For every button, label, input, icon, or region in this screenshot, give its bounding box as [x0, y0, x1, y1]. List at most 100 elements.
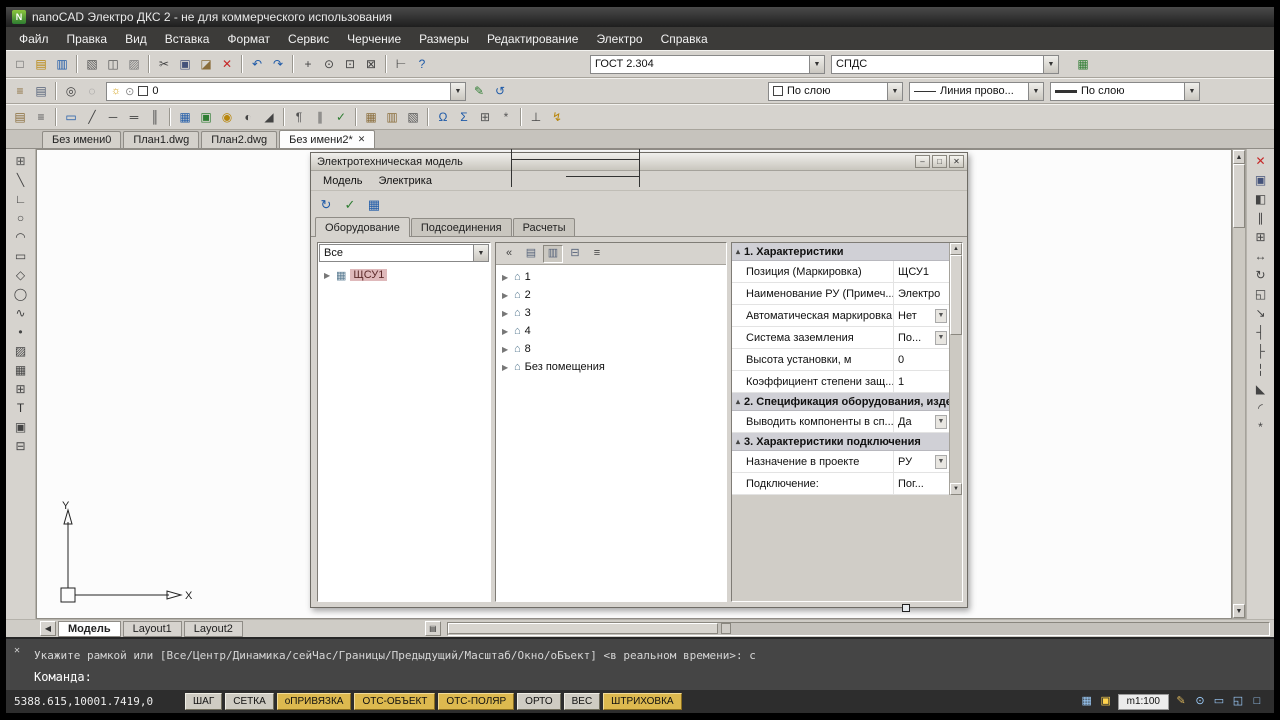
viewports-icon[interactable]: ▭	[1210, 694, 1228, 710]
menu-service[interactable]: Сервис	[279, 29, 338, 49]
property-row[interactable]: Система заземления По... ▼	[732, 327, 949, 349]
tab-calculations[interactable]: Расчеты	[512, 218, 576, 236]
property-value[interactable]: По...	[898, 332, 921, 344]
close-tab-icon[interactable]: ✕	[358, 134, 366, 145]
switchboard-icon[interactable]: ▦	[175, 108, 195, 126]
calc-currents-icon[interactable]: Σ	[454, 108, 474, 126]
expander-icon[interactable]: ▶	[502, 345, 510, 354]
tree-item[interactable]: ▶ ⌂ Без помещения	[496, 358, 726, 376]
property-value[interactable]: 1	[898, 376, 904, 388]
menu-electro[interactable]: Электро	[587, 29, 651, 49]
help-icon[interactable]: ?	[412, 55, 432, 73]
clean-screen-icon[interactable]: □	[1248, 694, 1266, 710]
insert-block-icon[interactable]: ⊟	[11, 437, 31, 455]
rotate-icon[interactable]: ↻	[1251, 266, 1271, 284]
scrollbar-thumb[interactable]	[447, 622, 718, 634]
property-value[interactable]: 0	[898, 354, 904, 366]
canvas-horizontal-scrollbar[interactable]	[446, 621, 1270, 636]
chevron-down-icon[interactable]: ▼	[887, 82, 902, 100]
linetype-combo[interactable]: Линия прово... ▼	[909, 81, 1044, 101]
menu-edit[interactable]: Правка	[58, 29, 117, 49]
spds-panel-icon[interactable]: ▦	[1073, 55, 1093, 73]
extend-icon[interactable]: ├	[1251, 342, 1271, 360]
canvas-vertical-scrollbar[interactable]: ▲ ▼	[1232, 149, 1246, 619]
toggle-lineweight[interactable]: ВЕС	[563, 693, 601, 710]
expander-icon[interactable]: ▶	[502, 291, 510, 300]
sheet-list-icon[interactable]: ▤	[424, 621, 441, 636]
circle-icon[interactable]: ○	[11, 209, 31, 227]
doc-tab-unnamed0[interactable]: Без имени0	[42, 131, 122, 148]
chamfer-icon[interactable]: ◣	[1251, 380, 1271, 398]
menu-view[interactable]: Вид	[116, 29, 156, 49]
lineweight-combo[interactable]: По слою ▼	[1050, 81, 1200, 101]
property-row[interactable]: Назначение в проекте РУ ▼	[732, 451, 949, 473]
spline-icon[interactable]: ∿	[11, 304, 31, 322]
doc-tab-plan1[interactable]: План1.dwg	[123, 131, 200, 148]
region-icon[interactable]: ▦	[11, 361, 31, 379]
group-by-floor-icon[interactable]: ▥	[543, 244, 563, 263]
scale-field[interactable]: m1:100	[1117, 693, 1169, 710]
dropdown-arrow-icon[interactable]: ▼	[935, 330, 947, 345]
move-icon[interactable]: ↔	[1251, 247, 1271, 265]
tree-view-icon[interactable]: ⊟	[565, 245, 585, 263]
tree-item[interactable]: ▶ ⌂ 8	[496, 340, 726, 358]
pan-icon[interactable]: +	[298, 55, 318, 73]
scrollbar-thumb[interactable]	[950, 255, 962, 335]
property-value[interactable]: Пог...	[898, 478, 924, 490]
specification-icon[interactable]: ▥	[382, 108, 402, 126]
arc-icon[interactable]: ◠	[11, 228, 31, 246]
dialog-menu-electrics[interactable]: Электрика	[370, 173, 440, 189]
cable-channel-icon[interactable]: ═	[124, 108, 144, 126]
doc-tab-plan2[interactable]: План2.dwg	[201, 131, 278, 148]
toggle-ortho[interactable]: ОРТО	[517, 693, 561, 710]
property-value[interactable]: Да	[898, 416, 912, 428]
toggle-otrack-polar[interactable]: ОТС-ПОЛЯР	[438, 693, 515, 710]
layer-states-icon[interactable]: ▤	[31, 82, 51, 100]
scroll-up-icon[interactable]: ▲	[1233, 150, 1245, 164]
check-collisions-icon[interactable]: ✓	[331, 108, 351, 126]
point-icon[interactable]: •	[11, 323, 31, 341]
property-row[interactable]: Наименование РУ (Примеч... Электро	[732, 283, 949, 305]
zoom-extents-icon[interactable]: ⊠	[361, 55, 381, 73]
property-row[interactable]: Автоматическая маркировка Нет ▼	[732, 305, 949, 327]
snap-settings-icon[interactable]: ▦	[1078, 694, 1096, 710]
property-value[interactable]: Электро	[898, 288, 940, 300]
toggle-hatch[interactable]: ШТРИХОВКА	[603, 693, 682, 710]
expander-icon[interactable]: ▶	[502, 309, 510, 318]
chevron-down-icon[interactable]: ▼	[1043, 55, 1058, 73]
align-marks-icon[interactable]: ∥	[310, 108, 330, 126]
dialog-menu-model[interactable]: Модель	[315, 173, 370, 189]
chevron-down-icon[interactable]: ▼	[450, 82, 465, 100]
tree-item-schu1[interactable]: ▶ ▦ ЩСУ1	[318, 266, 490, 284]
menu-help[interactable]: Справка	[652, 29, 717, 49]
property-row[interactable]: Высота установки, м 0	[732, 349, 949, 371]
doc-tab-unnamed2-active[interactable]: Без имени2* ✕	[279, 130, 376, 148]
hatch-icon[interactable]: ▨	[11, 342, 31, 360]
property-row[interactable]: Подключение: Пог...	[732, 473, 949, 495]
layer-previous-icon[interactable]: ↺	[490, 82, 510, 100]
toggle-osnap[interactable]: оПРИВЯЗКА	[276, 693, 352, 710]
resize-grip[interactable]	[902, 604, 910, 612]
property-row[interactable]: Позиция (Маркировка) ЩСУ1	[732, 261, 949, 283]
block-icon[interactable]: ▣	[11, 418, 31, 436]
marking-icon[interactable]: ¶	[289, 108, 309, 126]
layout-tab-model[interactable]: Модель	[58, 620, 121, 637]
table-icon[interactable]: ⊞	[11, 380, 31, 398]
menu-dimensions[interactable]: Размеры	[410, 29, 478, 49]
collapse-all-icon[interactable]: «	[499, 245, 519, 263]
rectangle-icon[interactable]: ▭	[11, 247, 31, 265]
polyline-icon[interactable]: ∟	[11, 190, 31, 208]
expander-icon[interactable]: ▶	[502, 327, 510, 336]
property-value[interactable]: Нет	[898, 310, 917, 322]
luminaire-icon[interactable]: ◉	[217, 108, 237, 126]
osnap-settings-icon[interactable]: ⊞	[11, 152, 31, 170]
layout-tab-layout2[interactable]: Layout2	[183, 620, 243, 637]
menu-format[interactable]: Формат	[218, 29, 279, 49]
scale-icon[interactable]: ◱	[1251, 285, 1271, 303]
socket-icon[interactable]: ◐	[238, 108, 258, 126]
trim-icon[interactable]: ┤	[1251, 323, 1271, 341]
maximize-icon[interactable]: □	[932, 155, 947, 168]
room-icon[interactable]: ▭	[61, 108, 81, 126]
menu-file[interactable]: Файл	[10, 29, 58, 49]
layer-combo[interactable]: ☼ ⊙ 0 ▼	[106, 81, 466, 101]
